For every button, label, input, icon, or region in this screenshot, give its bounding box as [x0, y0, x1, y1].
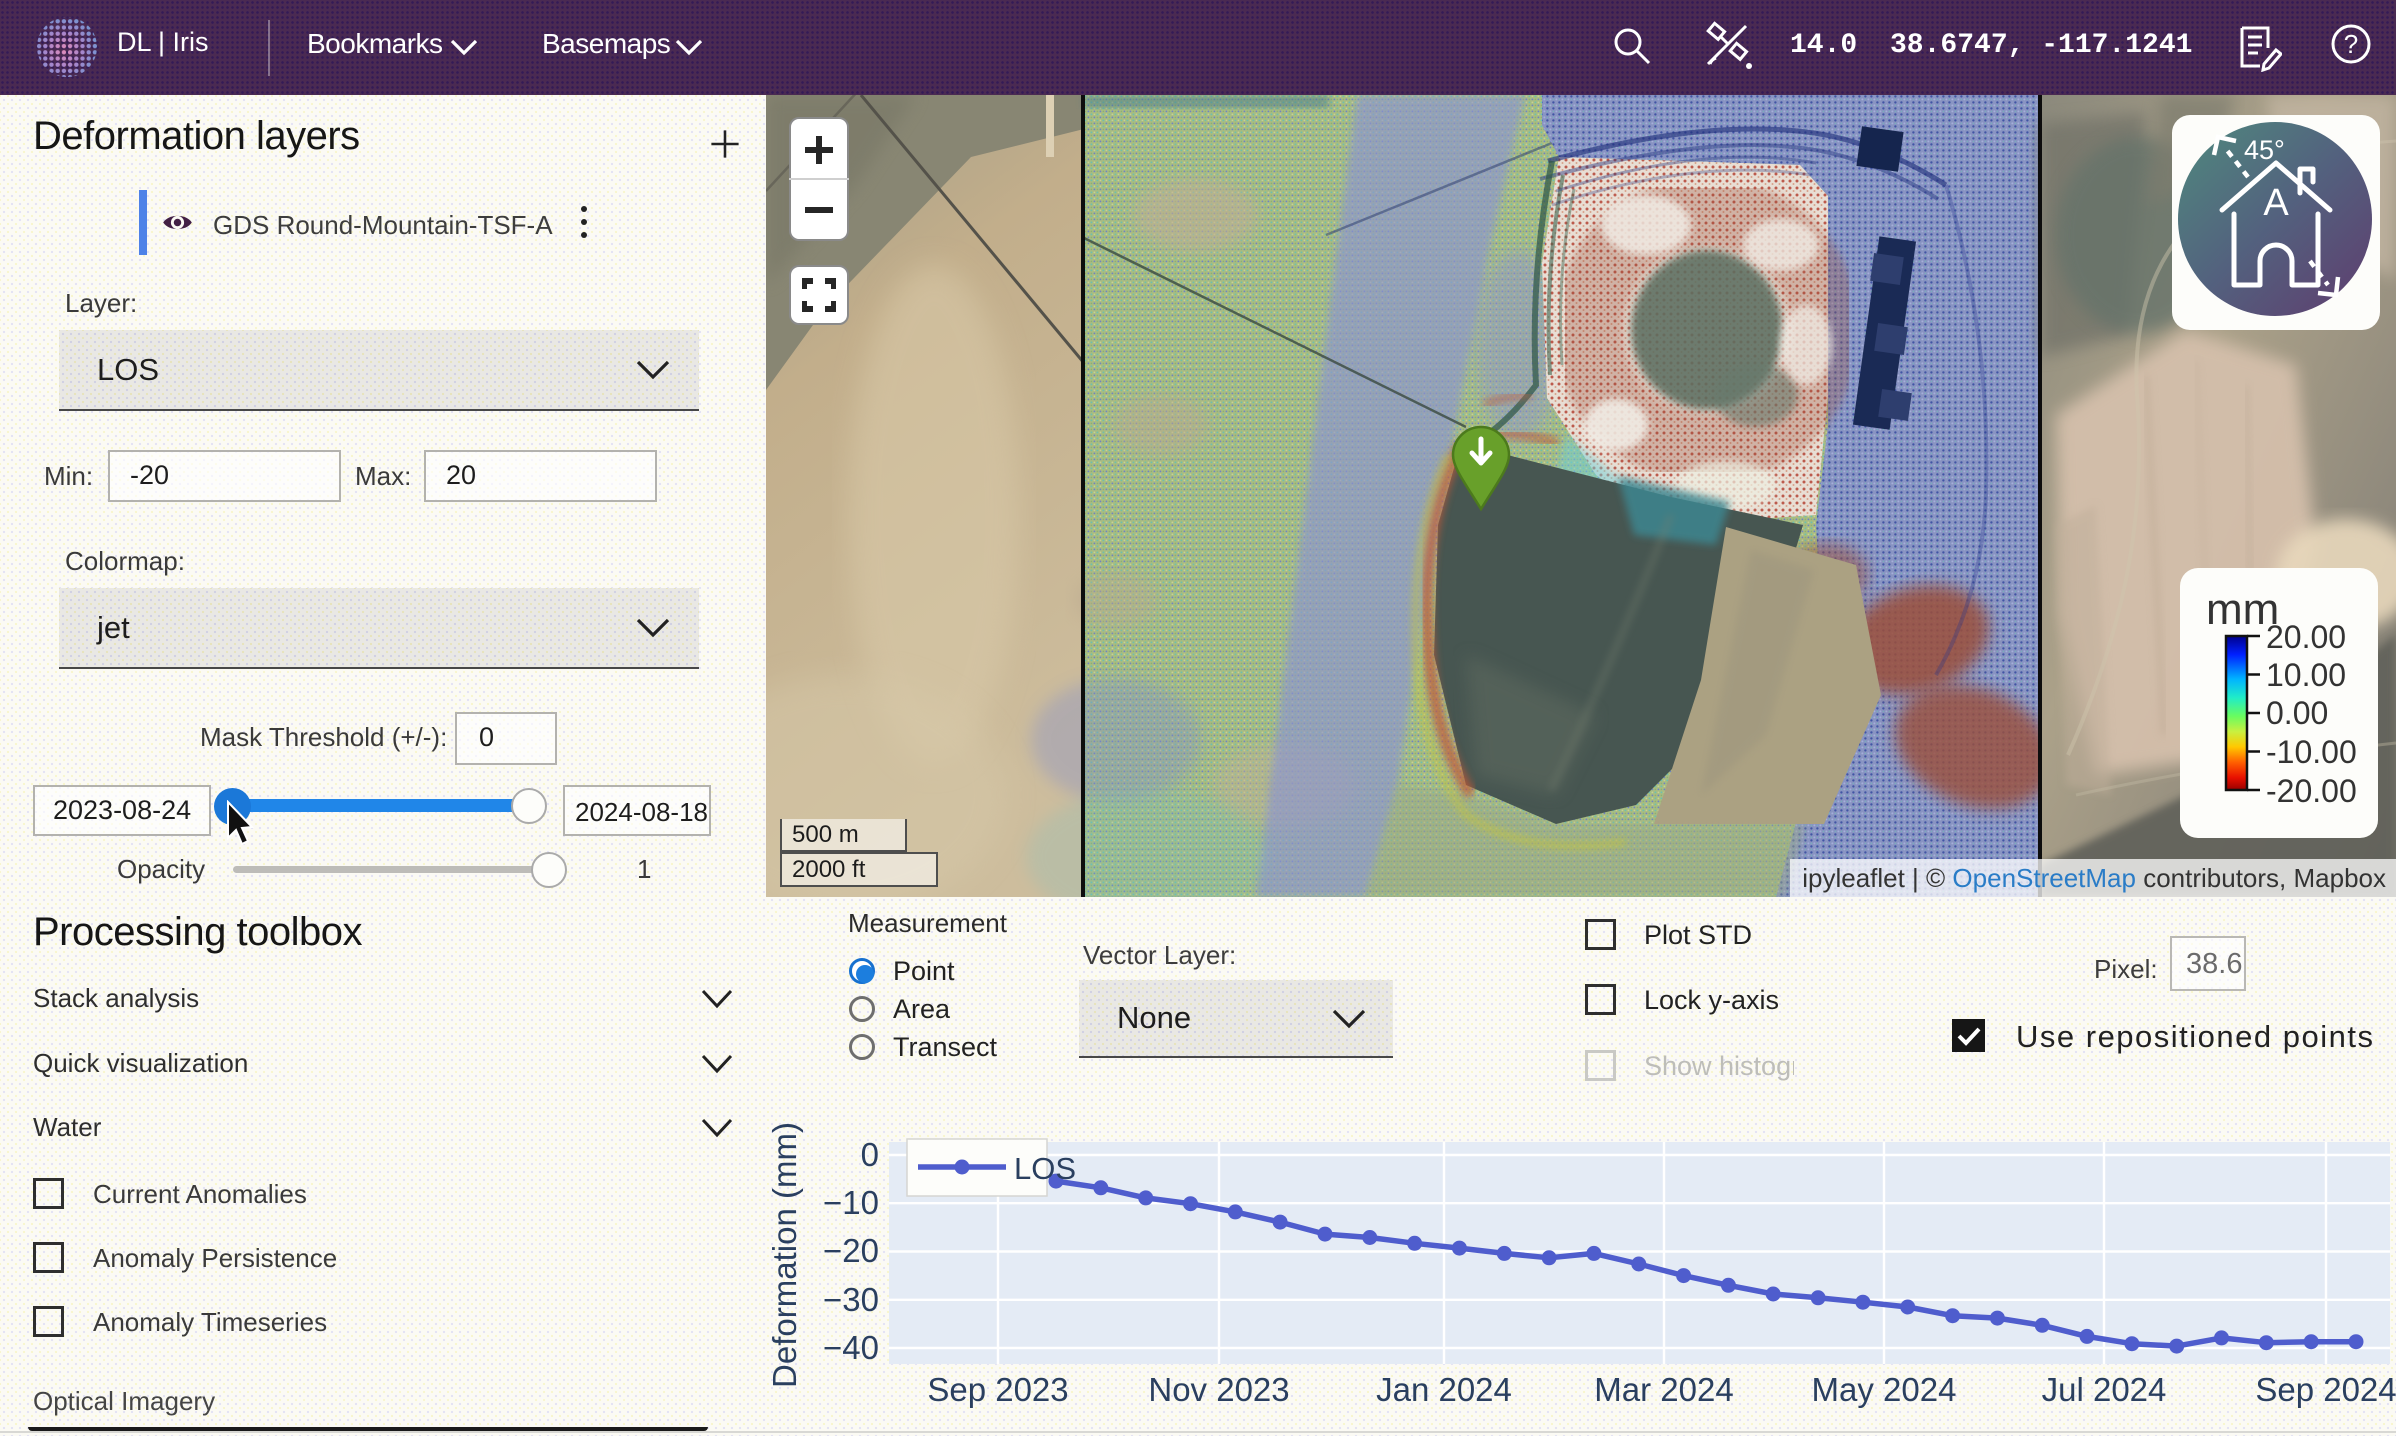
svg-text:20.00: 20.00 [2266, 619, 2346, 655]
svg-text:−10: −10 [823, 1184, 879, 1221]
svg-text:A: A [2263, 182, 2289, 224]
svg-text:Sep 2023: Sep 2023 [927, 1371, 1068, 1408]
svg-text:Jul 2024: Jul 2024 [2042, 1371, 2167, 1408]
svg-text:Jan 2024: Jan 2024 [1376, 1371, 1512, 1408]
svg-text:-20.00: -20.00 [2266, 773, 2357, 809]
svg-text:?: ? [2344, 29, 2358, 59]
svg-text:−30: −30 [823, 1281, 879, 1318]
svg-text:LOS: LOS [1014, 1151, 1076, 1186]
svg-text:0.00: 0.00 [2266, 695, 2328, 731]
svg-text:−20: −20 [823, 1232, 879, 1269]
svg-text:-10.00: -10.00 [2266, 734, 2357, 770]
svg-text:45°: 45° [2244, 135, 2285, 165]
svg-text:10.00: 10.00 [2266, 657, 2346, 693]
svg-text:Nov 2023: Nov 2023 [1148, 1371, 1289, 1408]
svg-text:Mar 2024: Mar 2024 [1594, 1371, 1733, 1408]
svg-text:Sep 2024: Sep 2024 [2255, 1371, 2396, 1408]
svg-text:0: 0 [861, 1136, 879, 1173]
svg-text:−40: −40 [823, 1329, 879, 1366]
svg-text:Deformation (mm): Deformation (mm) [766, 1122, 803, 1388]
svg-text:May 2024: May 2024 [1812, 1371, 1957, 1408]
